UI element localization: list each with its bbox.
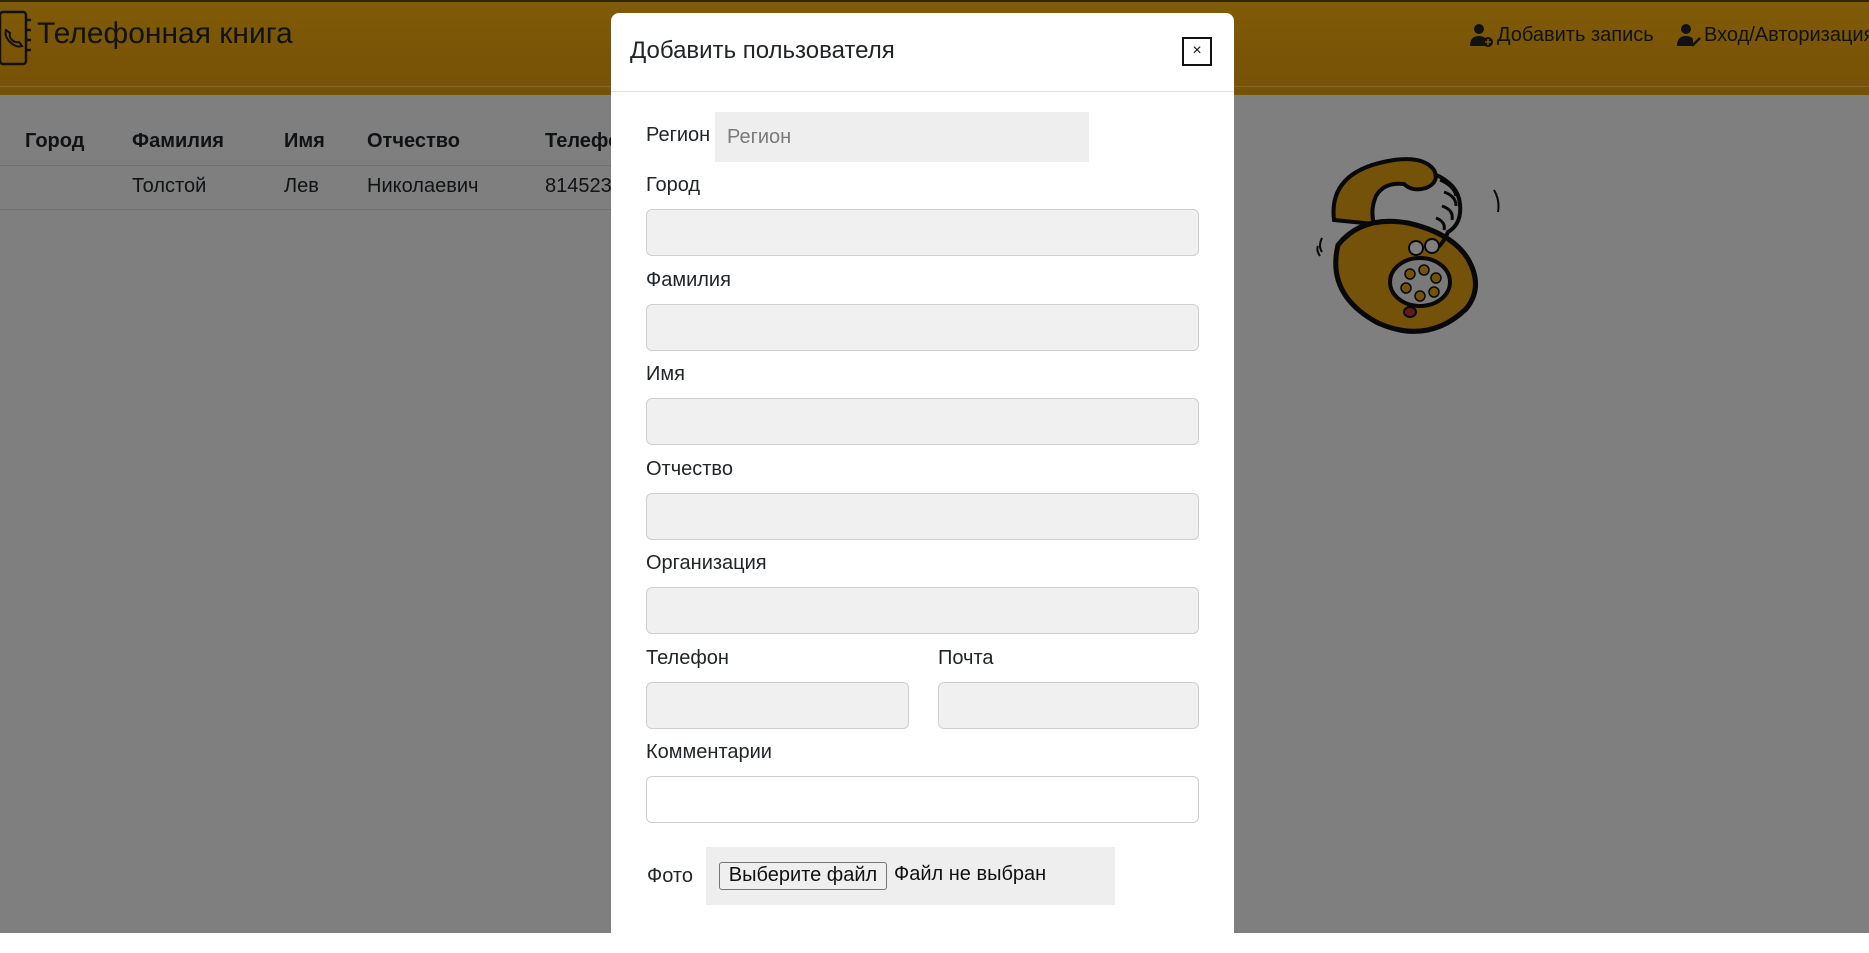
first-name-label: Имя [646,363,685,385]
last-name-label: Фамилия [646,269,731,291]
modal-title: Добавить пользователя [630,37,895,64]
photo-file-input[interactable]: Выберите файл Файл не выбран [706,847,1115,905]
first-name-input[interactable] [646,398,1199,445]
city-input[interactable] [646,209,1199,256]
phone-input[interactable] [646,682,909,729]
last-name-input[interactable] [646,304,1199,351]
choose-file-button[interactable]: Выберите файл [719,862,887,890]
email-input[interactable] [938,682,1199,729]
comments-input[interactable] [646,776,1199,823]
patronymic-input[interactable] [646,493,1199,540]
organization-input[interactable] [646,587,1199,634]
comments-label: Комментарии [646,741,772,763]
file-status-text: Файл не выбран [894,863,1047,885]
photo-label: Фото [647,865,693,887]
city-label: Город [646,174,701,196]
phone-label: Телефон [646,647,729,669]
organization-label: Организация [646,552,767,574]
email-label: Почта [938,647,994,669]
add-user-modal: Добавить пользователя × Регион Город Фам… [611,13,1234,953]
patronymic-label: Отчество [646,458,733,480]
close-button[interactable]: × [1182,37,1212,66]
region-input[interactable] [715,112,1089,162]
region-label: Регион [646,124,711,146]
modal-header: Добавить пользователя × [611,13,1234,92]
